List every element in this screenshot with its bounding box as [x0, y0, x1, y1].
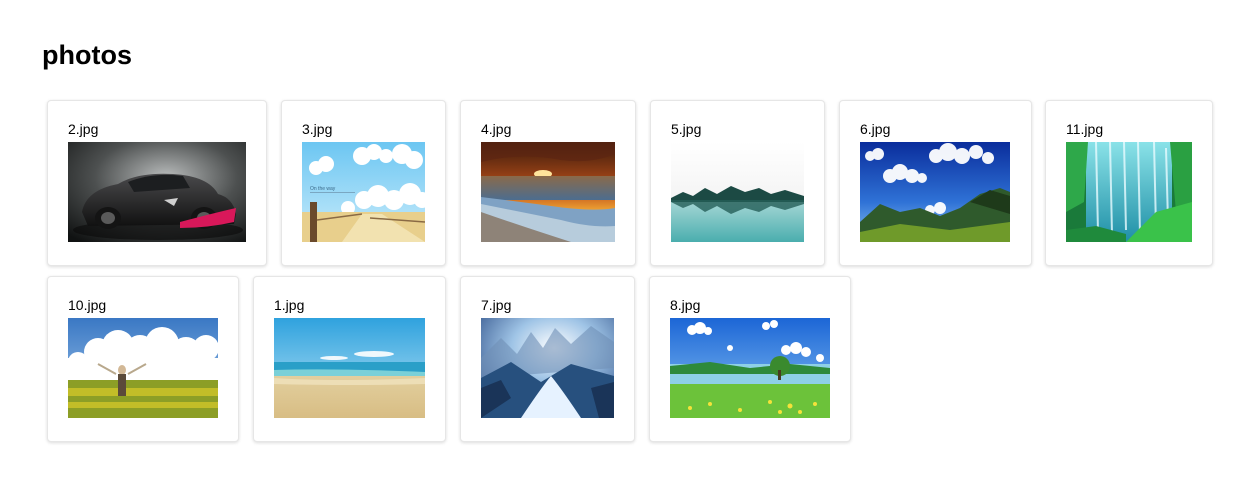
photo-thumbnail[interactable] — [68, 318, 218, 418]
photo-filename: 2.jpg — [68, 121, 99, 137]
photo-card[interactable]: 4.jpg — [460, 100, 636, 266]
photo-thumbnail[interactable] — [68, 142, 246, 242]
photo-filename: 10.jpg — [68, 297, 107, 313]
photo-card[interactable]: 11.jpg — [1045, 100, 1213, 266]
photo-card[interactable]: 10.jpg — [47, 276, 239, 442]
photo-thumbnail[interactable] — [670, 318, 830, 418]
photo-thumbnail[interactable] — [274, 318, 425, 418]
photo-filename: 3.jpg — [302, 121, 333, 137]
photo-thumbnail[interactable]: On the way — [302, 142, 425, 242]
photo-thumbnail[interactable] — [860, 142, 1010, 242]
photo-card[interactable]: 5.jpg — [650, 100, 825, 266]
page-title: photos — [42, 40, 132, 70]
photo-card[interactable]: 1.jpg — [253, 276, 446, 442]
photo-card[interactable]: 6.jpg — [839, 100, 1032, 266]
photo-filename: 5.jpg — [671, 121, 702, 137]
photo-card[interactable]: 8.jpg — [649, 276, 851, 442]
photo-card[interactable]: 3.jpg On the way — [281, 100, 446, 266]
photo-caption: On the way — [310, 186, 336, 192]
photo-filename: 7.jpg — [481, 297, 512, 313]
photo-thumbnail[interactable] — [671, 142, 804, 242]
photo-card[interactable]: 7.jpg — [460, 276, 635, 442]
photo-thumbnail[interactable] — [481, 318, 614, 418]
photo-filename: 6.jpg — [860, 121, 891, 137]
photo-filename: 4.jpg — [481, 121, 512, 137]
photo-thumbnail[interactable] — [1066, 142, 1192, 242]
photo-thumbnail[interactable] — [481, 142, 615, 242]
photo-filename: 11.jpg — [1066, 121, 1104, 137]
photo-filename: 1.jpg — [274, 297, 305, 313]
photo-filename: 8.jpg — [670, 297, 701, 313]
photo-card[interactable]: 2.jpg — [47, 100, 267, 266]
